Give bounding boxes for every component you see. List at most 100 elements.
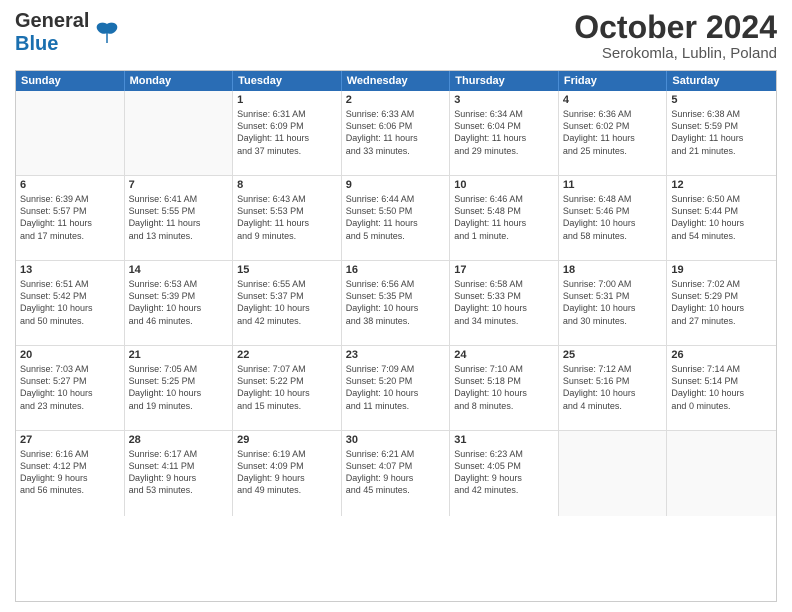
calendar-header: SundayMondayTuesdayWednesdayThursdayFrid… [16,71,776,91]
cal-cell-0-6: 5 Sunrise: 6:38 AM Sunset: 5:59 PM Daylig… [667,91,776,175]
cal-cell-4-2: 29Sunrise: 6:19 AM Sunset: 4:09 PM Dayli… [233,431,342,516]
day-info: Sunrise: 7:14 AM Sunset: 5:14 PM Dayligh… [671,363,772,412]
cal-cell-2-6: 19 Sunrise: 7:02 AM Sunset: 5:29 PM Dayli… [667,261,776,345]
day-number: 7 [129,179,229,191]
day-info: Sunrise: 6:55 AM Sunset: 5:37 PM Dayligh… [237,278,337,327]
day-info: Sunrise: 6:46 AM Sunset: 5:48 PM Dayligh… [454,193,554,242]
day-number: 20 [20,349,120,361]
day-number: 22 [237,349,337,361]
cal-header-friday: Friday [559,71,668,91]
day-info: Sunrise: 6:48 AM Sunset: 5:46 PM Dayligh… [563,193,663,242]
day-info: Sunrise: 7:05 AM Sunset: 5:25 PM Dayligh… [129,363,229,412]
day-info: Sunrise: 7:09 AM Sunset: 5:20 PM Dayligh… [346,363,446,412]
cal-cell-4-5 [559,431,668,516]
cal-cell-0-2: 1Sunrise: 6:31 AM Sunset: 6:09 PM Daylig… [233,91,342,175]
cal-header-sunday: Sunday [16,71,125,91]
day-info: Sunrise: 6:44 AM Sunset: 5:50 PM Dayligh… [346,193,446,242]
cal-header-monday: Monday [125,71,234,91]
day-number: 8 [237,179,337,191]
day-info: Sunrise: 6:38 AM Sunset: 5:59 PM Dayligh… [671,108,772,157]
day-number: 27 [20,434,120,446]
day-number: 14 [129,264,229,276]
day-number: 21 [129,349,229,361]
cal-cell-2-0: 13Sunrise: 6:51 AM Sunset: 5:42 PM Dayli… [16,261,125,345]
cal-cell-4-1: 28Sunrise: 6:17 AM Sunset: 4:11 PM Dayli… [125,431,234,516]
day-number: 15 [237,264,337,276]
cal-week-2: 13Sunrise: 6:51 AM Sunset: 5:42 PM Dayli… [16,261,776,346]
day-number: 25 [563,349,663,361]
day-info: Sunrise: 7:12 AM Sunset: 5:16 PM Dayligh… [563,363,663,412]
day-number: 23 [346,349,446,361]
day-number: 12 [671,179,772,191]
cal-cell-3-1: 21 Sunrise: 7:05 AM Sunset: 5:25 PM Dayli… [125,346,234,430]
day-number: 19 [671,264,772,276]
page: General Blue October 2024 Serokomla, Lub… [0,0,792,612]
cal-cell-1-1: 7 Sunrise: 6:41 AM Sunset: 5:55 PM Daylig… [125,176,234,260]
day-info: Sunrise: 6:43 AM Sunset: 5:53 PM Dayligh… [237,193,337,242]
cal-cell-1-4: 10 Sunrise: 6:46 AM Sunset: 5:48 PM Dayli… [450,176,559,260]
day-number: 5 [671,94,772,106]
calendar-body: 1Sunrise: 6:31 AM Sunset: 6:09 PM Daylig… [16,91,776,601]
header: General Blue October 2024 Serokomla, Lub… [15,10,777,62]
day-info: Sunrise: 7:02 AM Sunset: 5:29 PM Dayligh… [671,278,772,327]
cal-cell-0-3: 2Sunrise: 6:33 AM Sunset: 6:06 PM Daylig… [342,91,451,175]
day-number: 11 [563,179,663,191]
cal-cell-3-2: 22 Sunrise: 7:07 AM Sunset: 5:22 PM Dayli… [233,346,342,430]
cal-cell-0-5: 4 Sunrise: 6:36 AM Sunset: 6:02 PM Daylig… [559,91,668,175]
day-number: 16 [346,264,446,276]
cal-cell-4-4: 31 Sunrise: 6:23 AM Sunset: 4:05 PM Dayli… [450,431,559,516]
cal-cell-1-6: 12Sunrise: 6:50 AM Sunset: 5:44 PM Dayli… [667,176,776,260]
cal-cell-3-6: 26 Sunrise: 7:14 AM Sunset: 5:14 PM Dayli… [667,346,776,430]
day-info: Sunrise: 6:23 AM Sunset: 4:05 PM Dayligh… [454,448,554,497]
month-title: October 2024 [574,10,777,45]
day-info: Sunrise: 6:16 AM Sunset: 4:12 PM Dayligh… [20,448,120,497]
day-info: Sunrise: 7:07 AM Sunset: 5:22 PM Dayligh… [237,363,337,412]
day-number: 6 [20,179,120,191]
day-info: Sunrise: 6:36 AM Sunset: 6:02 PM Dayligh… [563,108,663,157]
day-info: Sunrise: 6:41 AM Sunset: 5:55 PM Dayligh… [129,193,229,242]
day-info: Sunrise: 6:34 AM Sunset: 6:04 PM Dayligh… [454,108,554,157]
title-area: October 2024 Serokomla, Lublin, Poland [574,10,777,62]
cal-cell-4-3: 30 Sunrise: 6:21 AM Sunset: 4:07 PM Dayli… [342,431,451,516]
cal-header-wednesday: Wednesday [342,71,451,91]
day-info: Sunrise: 6:17 AM Sunset: 4:11 PM Dayligh… [129,448,229,497]
cal-cell-0-1 [125,91,234,175]
cal-cell-3-4: 24 Sunrise: 7:10 AM Sunset: 5:18 PM Dayli… [450,346,559,430]
cal-cell-2-3: 16Sunrise: 6:56 AM Sunset: 5:35 PM Dayli… [342,261,451,345]
location: Serokomla, Lublin, Poland [574,45,777,62]
day-number: 13 [20,264,120,276]
cal-header-tuesday: Tuesday [233,71,342,91]
cal-cell-1-3: 9Sunrise: 6:44 AM Sunset: 5:50 PM Daylig… [342,176,451,260]
day-number: 24 [454,349,554,361]
logo-general: General [15,10,89,32]
day-info: Sunrise: 7:00 AM Sunset: 5:31 PM Dayligh… [563,278,663,327]
cal-cell-2-5: 18 Sunrise: 7:00 AM Sunset: 5:31 PM Dayli… [559,261,668,345]
cal-cell-2-2: 15 Sunrise: 6:55 AM Sunset: 5:37 PM Dayli… [233,261,342,345]
cal-cell-2-4: 17Sunrise: 6:58 AM Sunset: 5:33 PM Dayli… [450,261,559,345]
day-info: Sunrise: 6:39 AM Sunset: 5:57 PM Dayligh… [20,193,120,242]
day-number: 10 [454,179,554,191]
cal-cell-3-3: 23 Sunrise: 7:09 AM Sunset: 5:20 PM Dayli… [342,346,451,430]
day-info: Sunrise: 7:10 AM Sunset: 5:18 PM Dayligh… [454,363,554,412]
day-info: Sunrise: 6:21 AM Sunset: 4:07 PM Dayligh… [346,448,446,497]
day-info: Sunrise: 6:53 AM Sunset: 5:39 PM Dayligh… [129,278,229,327]
logo: General Blue [15,10,121,56]
cal-cell-1-2: 8 Sunrise: 6:43 AM Sunset: 5:53 PM Daylig… [233,176,342,260]
cal-cell-4-0: 27 Sunrise: 6:16 AM Sunset: 4:12 PM Dayli… [16,431,125,516]
day-number: 26 [671,349,772,361]
day-number: 30 [346,434,446,446]
day-number: 31 [454,434,554,446]
cal-cell-3-0: 20 Sunrise: 7:03 AM Sunset: 5:27 PM Dayli… [16,346,125,430]
cal-header-saturday: Saturday [667,71,776,91]
day-number: 29 [237,434,337,446]
logo-text: General Blue [15,10,89,56]
logo-bird-icon [93,19,121,47]
day-info: Sunrise: 6:31 AM Sunset: 6:09 PM Dayligh… [237,108,337,157]
cal-week-1: 6 Sunrise: 6:39 AM Sunset: 5:57 PM Daylig… [16,176,776,261]
day-number: 4 [563,94,663,106]
cal-cell-1-5: 11 Sunrise: 6:48 AM Sunset: 5:46 PM Dayli… [559,176,668,260]
cal-cell-3-5: 25 Sunrise: 7:12 AM Sunset: 5:16 PM Dayli… [559,346,668,430]
cal-cell-2-1: 14 Sunrise: 6:53 AM Sunset: 5:39 PM Dayli… [125,261,234,345]
day-number: 18 [563,264,663,276]
day-info: Sunrise: 7:03 AM Sunset: 5:27 PM Dayligh… [20,363,120,412]
